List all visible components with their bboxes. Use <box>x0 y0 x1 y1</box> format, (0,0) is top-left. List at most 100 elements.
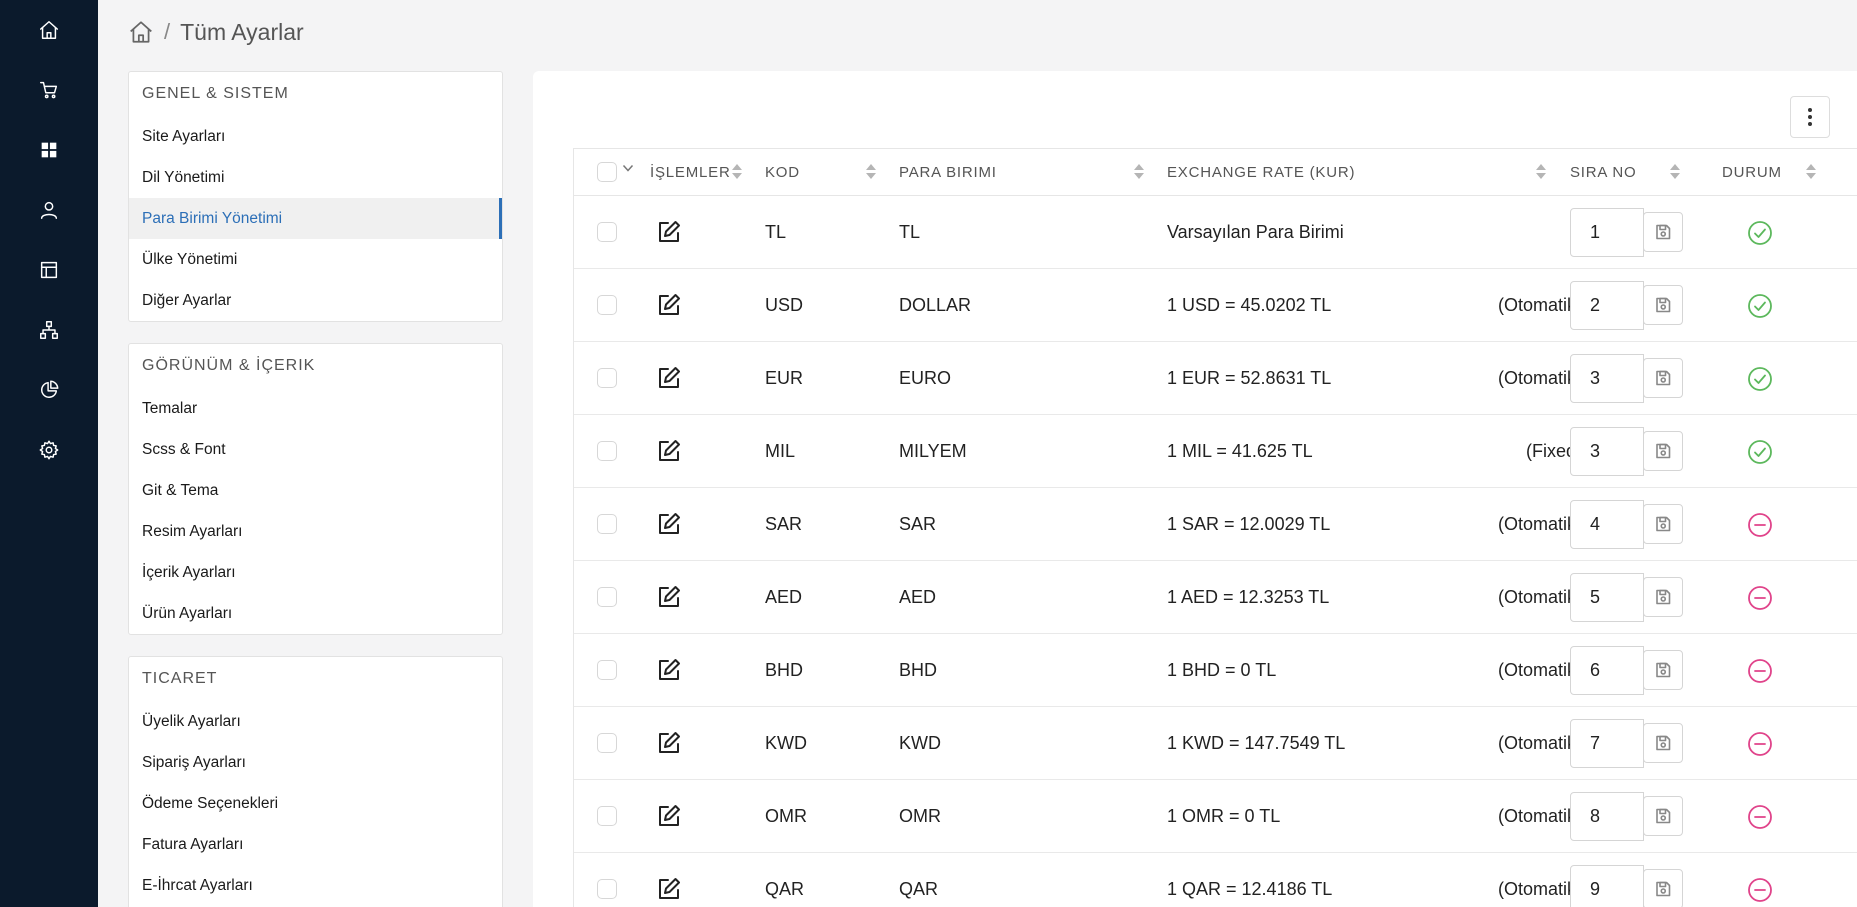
order-input[interactable]: 3 <box>1570 354 1644 403</box>
row-checkbox[interactable] <box>597 514 617 534</box>
status-passive-icon[interactable] <box>1747 585 1773 611</box>
page-title: Tüm Ayarlar <box>180 18 304 45</box>
save-order-button[interactable] <box>1643 869 1683 907</box>
settings-link-other[interactable]: Diğer Ayarlar <box>129 280 502 321</box>
status-active-icon[interactable] <box>1747 220 1773 246</box>
status-active-icon[interactable] <box>1747 293 1773 319</box>
column-header-exchange-rate[interactable]: EXCHANGE RATE (KUR) <box>1167 149 1355 196</box>
exchange-rate: 1 OMR = 0 TL <box>1167 806 1281 826</box>
row-checkbox[interactable] <box>597 733 617 753</box>
settings-link-images[interactable]: Resim Ayarları <box>129 511 502 552</box>
row-checkbox[interactable] <box>597 295 617 315</box>
nav-orders[interactable] <box>0 70 98 110</box>
settings-link-site[interactable]: Site Ayarları <box>129 116 502 157</box>
sort-icon[interactable] <box>1670 164 1680 180</box>
save-order-button[interactable] <box>1643 285 1683 325</box>
order-input[interactable]: 4 <box>1570 500 1644 549</box>
status-active-icon[interactable] <box>1747 439 1773 465</box>
edit-icon[interactable] <box>656 803 682 829</box>
order-input[interactable]: 8 <box>1570 792 1644 841</box>
row-checkbox[interactable] <box>597 441 617 461</box>
row-checkbox[interactable] <box>597 587 617 607</box>
nav-users[interactable] <box>0 190 98 230</box>
column-header-actions[interactable]: İŞLEMLER <box>650 149 731 196</box>
settings-link-git-theme[interactable]: Git & Tema <box>129 470 502 511</box>
currency-name: DOLLAR <box>899 295 972 315</box>
settings-link-themes[interactable]: Temalar <box>129 388 502 429</box>
order-input[interactable]: 5 <box>1570 573 1644 622</box>
home-icon[interactable] <box>128 19 154 45</box>
status-active-icon[interactable] <box>1747 366 1773 392</box>
order-input[interactable]: 9 <box>1570 865 1644 907</box>
table-header: İŞLEMLER KOD PARA BIRIMI EXCHANGE RATE (… <box>574 149 1857 196</box>
sort-icon[interactable] <box>732 164 742 180</box>
status-passive-icon[interactable] <box>1747 804 1773 830</box>
save-order-button[interactable] <box>1643 431 1683 471</box>
edit-icon[interactable] <box>656 730 682 756</box>
order-input[interactable]: 2 <box>1570 281 1644 330</box>
save-order-button[interactable] <box>1643 796 1683 836</box>
status-passive-icon[interactable] <box>1747 877 1773 903</box>
settings-link-export[interactable]: E-İhrcat Ayarları <box>129 865 502 906</box>
settings-link-scss-font[interactable]: Scss & Font <box>129 429 502 470</box>
exchange-rate: 1 USD = 45.0202 TL <box>1167 295 1332 315</box>
settings-link-payment[interactable]: Ödeme Seçenekleri <box>129 783 502 824</box>
row-checkbox[interactable] <box>597 222 617 242</box>
sort-icon[interactable] <box>1134 164 1144 180</box>
save-order-button[interactable] <box>1643 650 1683 690</box>
sort-icon[interactable] <box>1536 164 1546 180</box>
row-checkbox[interactable] <box>597 806 617 826</box>
save-order-button[interactable] <box>1643 723 1683 763</box>
edit-icon[interactable] <box>656 657 682 683</box>
order-input[interactable]: 6 <box>1570 646 1644 695</box>
column-header-code[interactable]: KOD <box>765 149 800 196</box>
edit-icon[interactable] <box>656 584 682 610</box>
edit-icon[interactable] <box>656 365 682 391</box>
nav-reports[interactable] <box>0 370 98 410</box>
save-order-button[interactable] <box>1643 504 1683 544</box>
status-passive-icon[interactable] <box>1747 512 1773 538</box>
status-passive-icon[interactable] <box>1747 658 1773 684</box>
exchange-rate: 1 EUR = 52.8631 TL <box>1167 368 1332 388</box>
currency-code: QAR <box>765 879 805 899</box>
settings-link-currency[interactable]: Para Birimi Yönetimi <box>129 198 502 239</box>
select-all-checkbox[interactable] <box>597 162 617 182</box>
row-checkbox[interactable] <box>597 660 617 680</box>
currency-code: TL <box>765 222 787 242</box>
more-options-button[interactable] <box>1790 96 1830 138</box>
settings-link-language[interactable]: Dil Yönetimi <box>129 157 502 198</box>
column-header-status[interactable]: DURUM <box>1722 149 1782 196</box>
nav-dashboard[interactable] <box>0 130 98 170</box>
edit-icon[interactable] <box>656 292 682 318</box>
row-checkbox[interactable] <box>597 368 617 388</box>
save-order-button[interactable] <box>1643 358 1683 398</box>
save-order-button[interactable] <box>1643 577 1683 617</box>
row-checkbox[interactable] <box>597 879 617 899</box>
order-input[interactable]: 7 <box>1570 719 1644 768</box>
order-input[interactable]: 3 <box>1570 427 1644 476</box>
save-order-button[interactable] <box>1643 212 1683 252</box>
settings-link-products[interactable]: Ürün Ayarları <box>129 593 502 634</box>
nav-settings[interactable] <box>0 430 98 470</box>
settings-link-country[interactable]: Ülke Yönetimi <box>129 239 502 280</box>
status-passive-icon[interactable] <box>1747 731 1773 757</box>
nav-layout[interactable] <box>0 250 98 290</box>
nav-sitemap[interactable] <box>0 310 98 350</box>
column-header-currency[interactable]: PARA BIRIMI <box>899 149 997 196</box>
settings-link-invoice[interactable]: Fatura Ayarları <box>129 824 502 865</box>
settings-link-orders[interactable]: Sipariş Ayarları <box>129 742 502 783</box>
table-row: USD DOLLAR 1 USD = 45.0202 TL (Otomatik)… <box>574 269 1857 342</box>
edit-icon[interactable] <box>656 438 682 464</box>
edit-icon[interactable] <box>656 219 682 245</box>
edit-icon[interactable] <box>656 511 682 537</box>
order-input[interactable]: 1 <box>1570 208 1644 257</box>
gear-icon <box>39 440 59 460</box>
settings-link-content[interactable]: İçerik Ayarları <box>129 552 502 593</box>
nav-home[interactable] <box>0 10 98 50</box>
settings-link-membership[interactable]: Üyelik Ayarları <box>129 701 502 742</box>
chevron-down-icon[interactable] <box>622 162 634 174</box>
sort-icon[interactable] <box>1806 164 1816 180</box>
column-header-order[interactable]: SIRA NO <box>1570 149 1636 196</box>
edit-icon[interactable] <box>656 876 682 902</box>
sort-icon[interactable] <box>866 164 876 180</box>
